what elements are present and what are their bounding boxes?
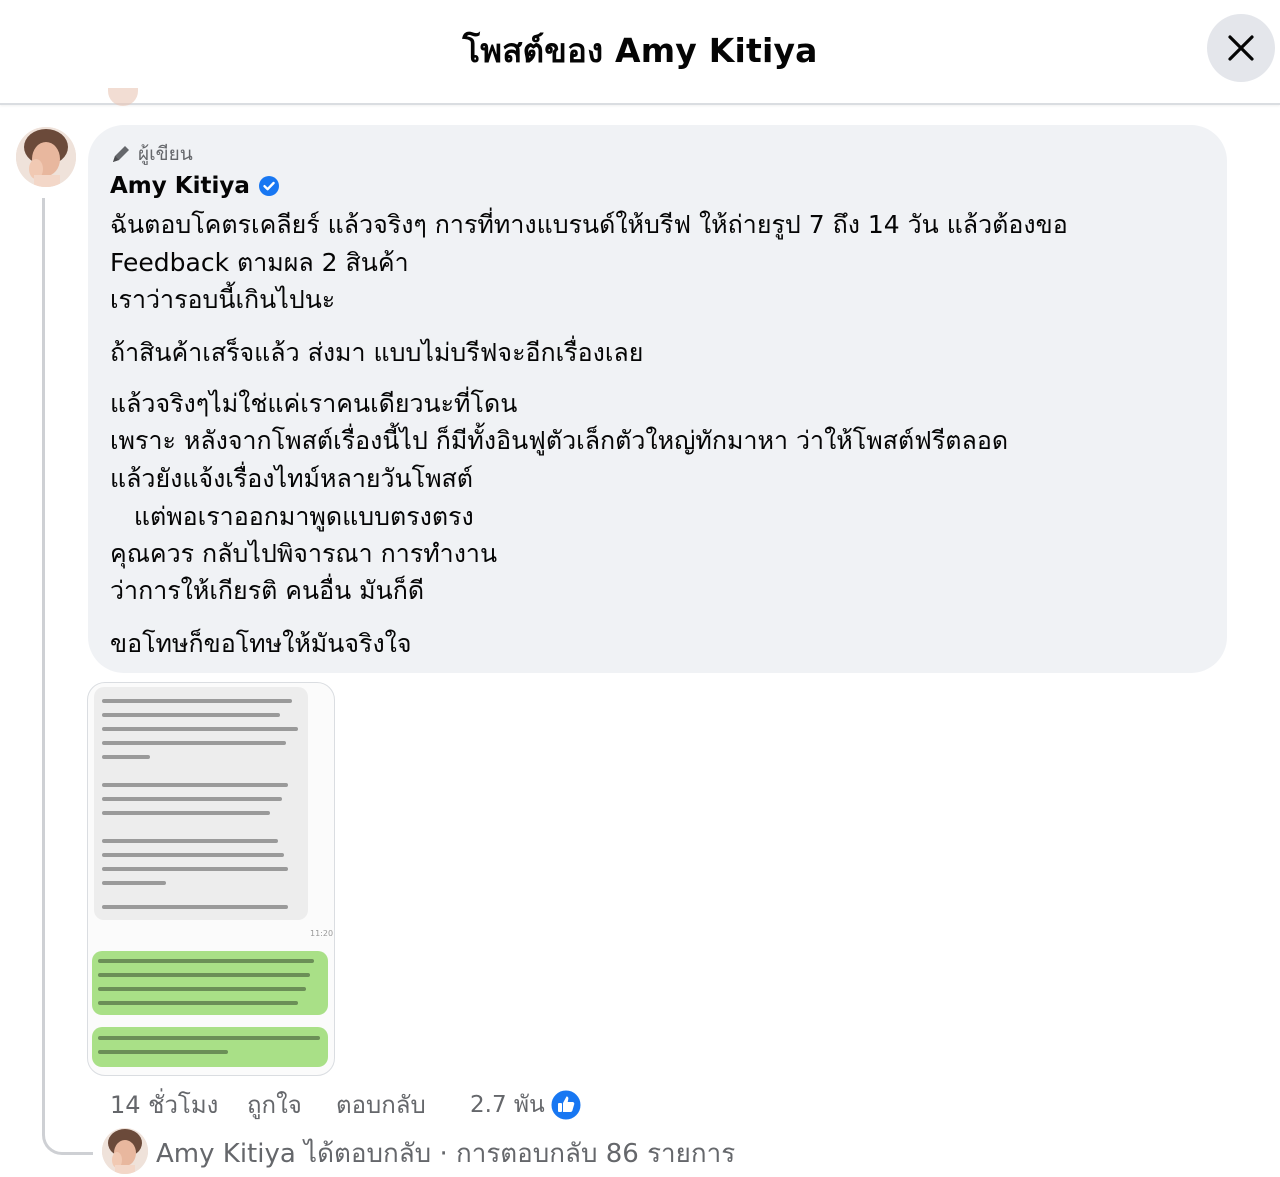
- view-replies-link[interactable]: Amy Kitiya ได้ตอบกลับ · การตอบกลับ 86 รา…: [156, 1133, 735, 1174]
- comment-text-line: แล้วยังแจ้งเรื่องไทม์หลายวันโพสต์: [110, 464, 474, 493]
- comment-text-line: คุณควร กลับไปพิจารณา การทำงาน: [110, 539, 498, 568]
- reply-author-avatar[interactable]: [102, 1128, 148, 1174]
- reaction-summary[interactable]: 2.7 พัน: [470, 1087, 583, 1123]
- comment-text-line: ฉันตอบโคตรเคลียร์ แล้วจริงๆ การที่ทางแบร…: [110, 210, 1068, 239]
- comment-text-line: เพราะ หลังจากโพสต์เรื่องนี้ไป ก็มีทั้งอิ…: [110, 426, 1009, 455]
- chat-screenshot-attachment[interactable]: 11:20: [87, 682, 335, 1076]
- comment-text-line: แต่พอเราออกมาพูดแบบตรงตรง: [110, 502, 474, 531]
- comment-text-line: เราว่ารอบนี้เกินไปนะ: [110, 285, 336, 314]
- like-reaction-icon: [549, 1088, 583, 1122]
- author-avatar[interactable]: [16, 127, 76, 187]
- comment-text-line: แล้วจริงๆไม่ใช่แค่เราคนเดียวนะที่โดน: [110, 389, 518, 418]
- author-name-link[interactable]: Amy Kitiya: [110, 173, 250, 199]
- close-button[interactable]: [1207, 14, 1275, 82]
- comment-bubble: ผู้เขียน Amy Kitiya ฉันตอบโคตรเคลียร์ แล…: [88, 125, 1227, 673]
- author-badge-label: ผู้เขียน: [138, 143, 193, 165]
- reaction-count: 2.7 พัน: [470, 1092, 545, 1118]
- chat-bubble-received: [94, 687, 308, 920]
- dialog-header: โพสต์ของ Amy Kitiya: [0, 0, 1280, 105]
- like-button[interactable]: ถูกใจ: [247, 1085, 302, 1124]
- author-badge: ผู้เขียน: [110, 139, 193, 169]
- chat-bubble-sent: [92, 1027, 328, 1067]
- chat-timestamp: 11:20: [310, 929, 334, 938]
- comment-text-line: ขอโทษก็ขอโทษให้มันจริงใจ: [110, 629, 412, 658]
- verified-badge-icon: [258, 175, 280, 197]
- thread-connector-line: [42, 198, 93, 1155]
- reply-button[interactable]: ตอบกลับ: [336, 1085, 426, 1124]
- close-icon: [1228, 35, 1254, 61]
- dialog-title: โพสต์ของ Amy Kitiya: [462, 31, 818, 70]
- author-name-row: Amy Kitiya: [110, 173, 280, 199]
- chat-bubble-sent: [92, 951, 328, 1015]
- comment-timestamp-link[interactable]: 14 ชั่วโมง: [110, 1085, 218, 1124]
- comment-text-line: Feedback ตามผล 2 สินค้า: [110, 248, 409, 277]
- pencil-icon: [113, 146, 129, 162]
- comment-text-line: ถ้าสินค้าเสร็จแล้ว ส่งมา แบบไม่บรีฟจะอีก…: [110, 338, 644, 367]
- comment-text-line: ว่าการให้เกียรติ คนอื่น มันก็ดี: [110, 576, 425, 605]
